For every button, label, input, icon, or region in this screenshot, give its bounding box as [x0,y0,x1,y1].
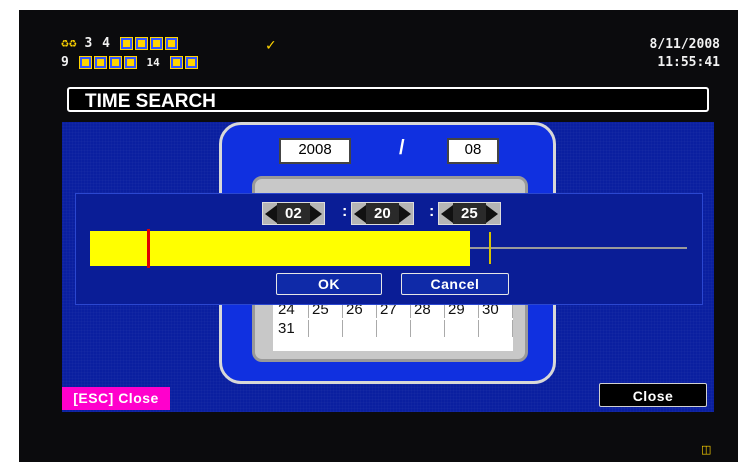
increment-arrow-icon[interactable] [398,204,411,223]
calendar-day [411,320,445,337]
channel-box-icon [149,37,163,50]
speaker-mute-icon: ✓ [265,38,277,54]
channel-status-row-2: 9 14 [61,55,200,70]
hour-spinner[interactable]: 02 [262,202,325,225]
second-spinner[interactable]: 25 [438,202,501,225]
ok-button[interactable]: OK [276,273,382,295]
calendar-day [343,320,377,337]
timeline-track[interactable] [470,247,687,249]
date-text: 8/11/2008 [649,37,720,52]
person-icon: ♻ [61,36,69,51]
dvr-screen: ♻♻ 3 4 9 14 ✓ 8/11/2008 11:55:41 TIME SE… [19,10,738,462]
cancel-button[interactable]: Cancel [401,273,509,295]
calendar-day [377,320,411,337]
decrement-arrow-icon[interactable] [354,204,366,223]
channel-box-icon [108,56,122,69]
network-icon: ◫ [701,443,712,456]
channel-box-icon [93,56,107,69]
increment-arrow-icon[interactable] [485,204,498,223]
minute-spinner[interactable]: 20 [351,202,414,225]
calendar-day [445,320,479,337]
channel-number: 4 [102,36,110,51]
channel-box-icon [169,56,183,69]
timeline-end-marker [489,232,491,264]
channel-box-icon [123,56,137,69]
date-separator: / [399,137,405,159]
decrement-arrow-icon[interactable] [441,204,453,223]
minute-value[interactable]: 20 [366,203,399,224]
channel-number: 9 [61,55,69,70]
year-field[interactable]: 2008 [279,138,351,164]
channel-box-icon [184,56,198,69]
page-title: TIME SEARCH [67,87,709,112]
channel-box-icon [78,56,92,69]
channel-box-icon [134,37,148,50]
channel-box-icon [119,37,133,50]
channel-number: 3 [84,36,93,51]
datetime-display: 8/11/2008 11:55:41 [650,36,720,72]
close-button[interactable]: Close [599,383,707,407]
channel-number: 14 [146,56,160,69]
time-text: 11:55:41 [657,55,720,70]
channel-box-icon [164,37,178,50]
second-value[interactable]: 25 [453,203,486,224]
calendar-day [479,320,513,337]
channel-status-row-1: ♻♻ 3 4 [61,36,180,51]
time-separator: : [342,203,348,220]
calendar-day [309,320,343,337]
decrement-arrow-icon[interactable] [265,204,277,223]
month-field[interactable]: 08 [447,138,499,164]
person-icon: ♻ [68,36,77,51]
timeline-cursor-marker[interactable] [147,229,150,268]
esc-close-hint: [ESC] Close [62,387,170,410]
time-separator: : [429,203,435,220]
hour-value[interactable]: 02 [277,203,310,224]
calendar-week-row: 31 [275,320,513,337]
increment-arrow-icon[interactable] [309,204,322,223]
calendar-day[interactable]: 31 [275,320,309,337]
